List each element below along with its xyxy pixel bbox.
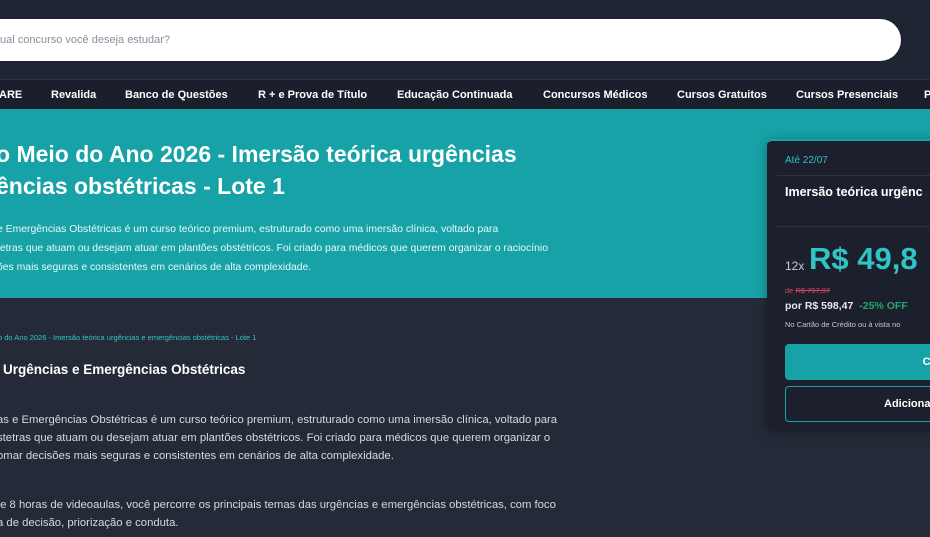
summary-line: ões mais seguras e consistentes em cenár… (0, 262, 312, 273)
total-price-label: por R$ 598,47 (785, 300, 854, 312)
course-summary: e Emergências Obstétricas é um curso teó… (0, 220, 617, 277)
main-nav: ARE Revalida Banco de Questões R + e Pro… (0, 79, 930, 109)
nav-item-are[interactable]: ARE (0, 80, 22, 110)
nav-item-r-prova-titulo[interactable]: R + e Prova de Título (258, 80, 367, 110)
description-paragraph: te 8 horas de videoaulas, você percorre … (0, 496, 612, 532)
paragraph-line: omar decisões mais seguras e consistente… (0, 450, 394, 462)
nav-item-cursos-gratuitos[interactable]: Cursos Gratuitos (677, 80, 767, 110)
paragraph-line: as e Emergências Obstétricas é um curso … (0, 414, 558, 426)
original-price-label: de (785, 286, 794, 295)
nav-item-more[interactable]: P (924, 80, 930, 110)
search-input[interactable] (0, 19, 860, 61)
add-to-cart-button[interactable]: Adiciona (785, 386, 930, 422)
nav-item-banco-questoes[interactable]: Banco de Questões (125, 80, 228, 110)
buy-button[interactable]: Co (785, 344, 930, 380)
installment-price: R$ 49,8 (809, 241, 918, 276)
nav-item-educacao-continuada[interactable]: Educação Continuada (397, 80, 513, 110)
breadcrumb[interactable]: o do Ano 2026 - Imersão teórica urgência… (0, 333, 256, 342)
installment-count: 12x (785, 259, 805, 273)
nav-item-revalida[interactable]: Revalida (51, 80, 96, 110)
nav-item-cursos-presenciais[interactable]: Cursos Presenciais (796, 80, 898, 110)
offer-deadline: Até 22/07 (785, 155, 828, 166)
search-bar[interactable] (0, 19, 901, 61)
search-header (0, 0, 930, 79)
paragraph-line: stetras que atuam ou desejam atuar em pl… (0, 432, 551, 444)
payment-note: No Cartão de Crédito ou à vista no (785, 320, 901, 329)
card-course-title: Imersão teórica urgênc (785, 185, 923, 199)
section-title: Urgências e Emergências Obstétricas (3, 362, 246, 377)
discount-badge: -25% OFF (859, 300, 908, 312)
page: ARE Revalida Banco de Questões R + e Pro… (0, 0, 930, 537)
description-paragraph: as e Emergências Obstétricas é um curso … (0, 411, 612, 465)
course-title: o Meio do Ano 2026 - Imersão teórica urg… (0, 138, 636, 202)
summary-line: tetras que atuam ou desejam atuar em pla… (0, 243, 548, 254)
original-price: de R$ 797,97 (785, 286, 830, 295)
course-title-line: o Meio do Ano 2026 - Imersão teórica urg… (0, 141, 517, 167)
paragraph-line: a de decisão, priorização e conduta. (0, 517, 179, 529)
divider (777, 175, 930, 176)
nav-item-concursos-medicos[interactable]: Concursos Médicos (543, 80, 648, 110)
summary-line: e Emergências Obstétricas é um curso teó… (0, 224, 499, 235)
divider (777, 226, 930, 227)
course-title-line: ências obstétricas - Lote 1 (0, 173, 285, 199)
total-price: por R$ 598,47 -25% OFF (785, 300, 908, 312)
original-price-value: R$ 797,97 (795, 286, 831, 295)
paragraph-line: te 8 horas de videoaulas, você percorre … (0, 499, 556, 511)
purchase-card: Até 22/07 Imersão teórica urgênc 12x R$ … (767, 139, 930, 430)
